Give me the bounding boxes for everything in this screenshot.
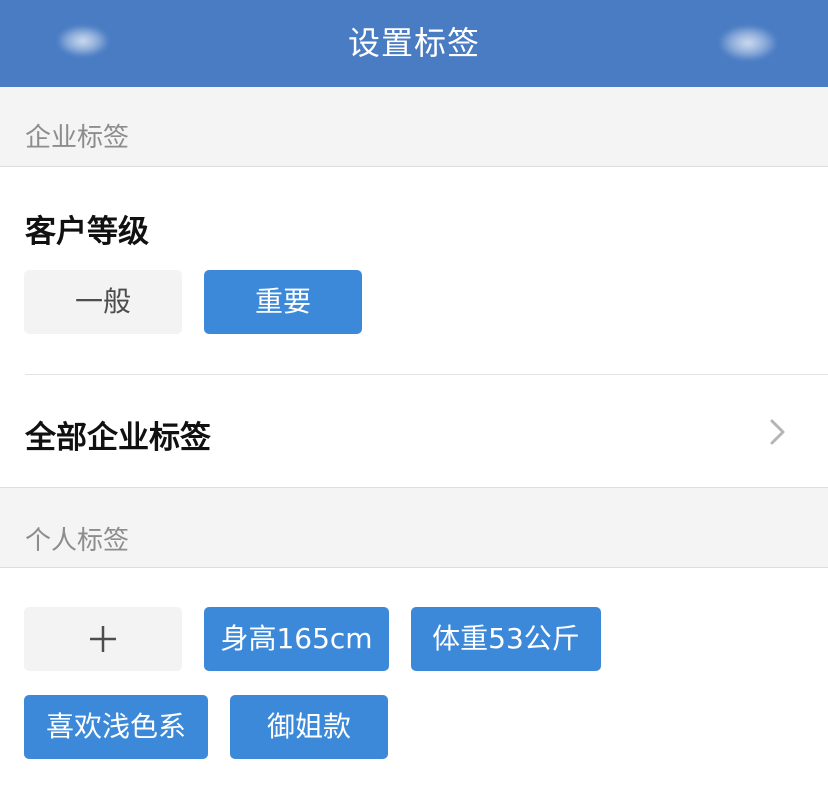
- personal-tag-weight[interactable]: 体重53公斤: [411, 607, 601, 671]
- personal-tag-light-colors[interactable]: 喜欢浅色系: [24, 695, 208, 759]
- plus-icon: [90, 626, 116, 652]
- chevron-right-icon: [770, 419, 785, 445]
- save-button-blurred[interactable]: [720, 26, 776, 60]
- all-enterprise-tags-label: 全部企业标签: [25, 420, 211, 456]
- tag-option-important[interactable]: 重要: [204, 270, 362, 334]
- tag-option-normal[interactable]: 一般: [24, 270, 182, 334]
- customer-level-title: 客户等级: [25, 214, 149, 250]
- enterprise-tags-section-label: 企业标签: [25, 123, 130, 153]
- all-enterprise-tags-row[interactable]: 全部企业标签: [0, 375, 828, 487]
- personal-tags-section-label: 个人标签: [25, 526, 130, 556]
- personal-tag-height[interactable]: 身高165cm: [204, 607, 389, 671]
- enterprise-tags-section-header: 企业标签: [0, 87, 828, 167]
- add-tag-button[interactable]: [24, 607, 182, 671]
- page-title: 设置标签: [347, 24, 480, 62]
- personal-tag-style[interactable]: 御姐款: [230, 695, 388, 759]
- personal-tags-section-header: 个人标签: [0, 487, 828, 568]
- top-nav-bar: 设置标签: [0, 0, 828, 87]
